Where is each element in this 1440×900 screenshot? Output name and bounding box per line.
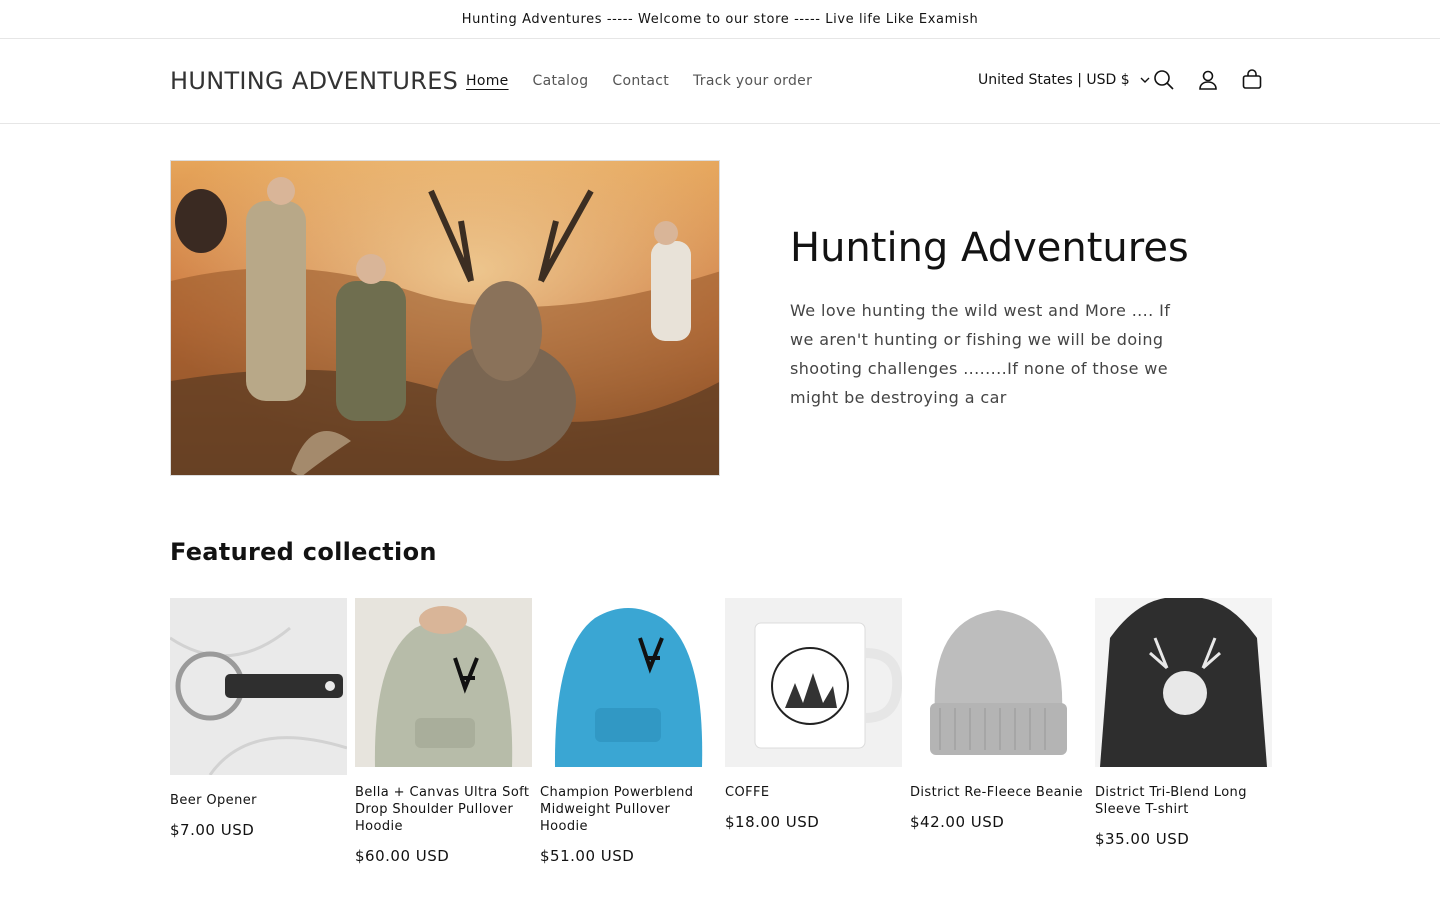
hero-image (170, 160, 720, 476)
product-image-coffee-mug[interactable] (725, 598, 902, 767)
nav-contact[interactable]: Contact (612, 73, 669, 89)
product-card[interactable]: Bella + Canvas Ultra Soft Drop Shoulder … (355, 598, 532, 865)
product-image-beer-opener[interactable] (170, 598, 347, 775)
product-price: $35.00 USD (1095, 830, 1190, 848)
product-image-beanie[interactable] (910, 598, 1087, 767)
product-card[interactable]: Beer Opener $7.00 USD (170, 598, 347, 865)
announcement-text: Hunting Adventures ----- Welcome to our … (461, 11, 979, 27)
product-name[interactable]: COFFE (725, 784, 902, 801)
site-header: HUNTING ADVENTURES Home Catalog Contact … (0, 39, 1440, 124)
product-card[interactable]: Champion Powerblend Midweight Pullover H… (540, 598, 717, 865)
country-currency-selector[interactable]: United States | USD $ (978, 72, 1150, 88)
product-name[interactable]: Champion Powerblend Midweight Pullover H… (540, 784, 717, 835)
search-icon[interactable] (1150, 66, 1178, 94)
nav-home[interactable]: Home (466, 73, 509, 89)
product-card[interactable]: COFFE $18.00 USD (725, 598, 902, 865)
product-image-pullover-hoodie[interactable] (355, 598, 532, 767)
product-grid: Beer Opener $7.00 USD Bella + Canvas Ult… (170, 598, 1272, 865)
hero-text: Hunting Adventures We love hunting the w… (790, 224, 1190, 412)
product-name[interactable]: Bella + Canvas Ultra Soft Drop Shoulder … (355, 784, 532, 835)
product-card[interactable]: District Tri-Blend Long Sleeve T-shirt $… (1095, 598, 1272, 865)
nav-track-order[interactable]: Track your order (693, 73, 812, 89)
main-nav: Home Catalog Contact Track your order (466, 73, 812, 89)
product-name[interactable]: District Tri-Blend Long Sleeve T-shirt (1095, 784, 1272, 818)
account-icon[interactable] (1194, 66, 1222, 94)
nav-catalog[interactable]: Catalog (533, 73, 589, 89)
product-price: $18.00 USD (725, 813, 820, 831)
chevron-down-icon (1140, 72, 1150, 88)
cart-icon[interactable] (1238, 66, 1266, 94)
site-logo[interactable]: HUNTING ADVENTURES (170, 67, 458, 95)
featured-collection-title: Featured collection (170, 538, 437, 566)
product-name[interactable]: Beer Opener (170, 792, 347, 809)
announcement-bar: Hunting Adventures ----- Welcome to our … (0, 0, 1440, 39)
product-image-long-sleeve-shirt[interactable] (1095, 598, 1272, 767)
product-price: $42.00 USD (910, 813, 1005, 831)
product-price: $51.00 USD (540, 847, 635, 865)
locale-label: United States | USD $ (978, 72, 1130, 88)
product-price: $7.00 USD (170, 821, 255, 839)
product-card[interactable]: District Re-Fleece Beanie $42.00 USD (910, 598, 1087, 865)
hero-description: We love hunting the wild west and More .… (790, 301, 1171, 407)
product-price: $60.00 USD (355, 847, 450, 865)
product-name[interactable]: District Re-Fleece Beanie (910, 784, 1087, 801)
product-image-champion-hoodie[interactable] (540, 598, 717, 767)
hero-title: Hunting Adventures (790, 225, 1189, 271)
